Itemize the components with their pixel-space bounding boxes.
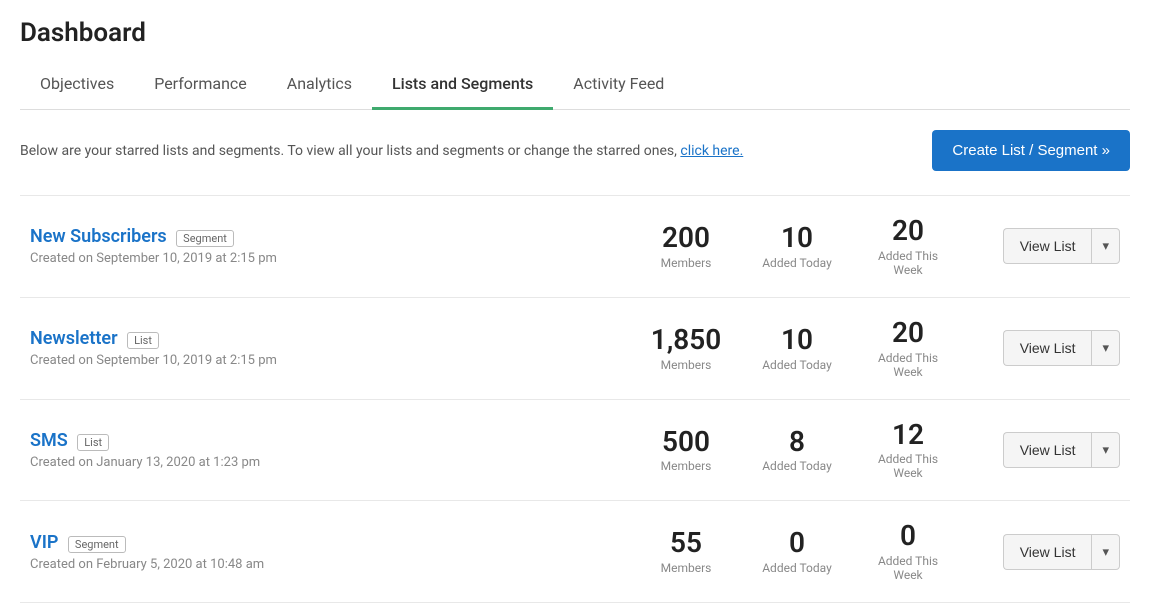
chevron-down-icon: ▾ <box>1102 340 1109 355</box>
added-today-count: 10 <box>752 223 843 254</box>
added-week-stat: 0 Added This Week <box>853 501 964 603</box>
members-stat: 1,850 Members <box>631 297 742 399</box>
view-btn-group: View List ▾ <box>974 534 1121 570</box>
list-type-badge: List <box>127 332 159 349</box>
added-today-stat: 8 Added Today <box>742 399 853 501</box>
added-week-count: 12 <box>863 420 954 451</box>
members-label: Members <box>641 256 732 270</box>
list-name-link[interactable]: New Subscribers <box>30 226 167 247</box>
members-count: 200 <box>641 223 732 254</box>
lists-table: New Subscribers Segment Created on Septe… <box>20 195 1130 603</box>
page-title: Dashboard <box>20 18 1130 48</box>
info-bar: Below are your starred lists and segment… <box>20 130 1130 171</box>
added-week-stat: 20 Added This Week <box>853 297 964 399</box>
tab-performance[interactable]: Performance <box>134 60 267 110</box>
members-stat: 200 Members <box>631 196 742 298</box>
list-name-link[interactable]: VIP <box>30 532 58 553</box>
table-row: New Subscribers Segment Created on Septe… <box>20 196 1130 298</box>
main-content: Below are your starred lists and segment… <box>0 110 1150 603</box>
action-cell: View List ▾ <box>964 501 1131 603</box>
action-cell: View List ▾ <box>964 399 1131 501</box>
tab-activity-feed[interactable]: Activity Feed <box>553 60 684 110</box>
added-week-count: 0 <box>863 521 954 552</box>
added-today-stat: 0 Added Today <box>742 501 853 603</box>
list-created-date: Created on September 10, 2019 at 2:15 pm <box>30 251 621 266</box>
tab-lists-segments[interactable]: Lists and Segments <box>372 60 553 110</box>
chevron-down-icon: ▾ <box>1102 238 1109 253</box>
list-created-date: Created on January 13, 2020 at 1:23 pm <box>30 455 621 470</box>
create-list-segment-button[interactable]: Create List / Segment » <box>932 130 1130 171</box>
added-today-stat: 10 Added Today <box>742 297 853 399</box>
view-list-button[interactable]: View List <box>1003 432 1092 468</box>
chevron-down-icon: ▾ <box>1102 544 1109 559</box>
list-type-badge: List <box>77 434 109 451</box>
list-name-link[interactable]: SMS <box>30 430 68 451</box>
view-list-dropdown-button[interactable]: ▾ <box>1091 534 1120 570</box>
view-list-dropdown-button[interactable]: ▾ <box>1091 432 1120 468</box>
list-created-date: Created on September 10, 2019 at 2:15 pm <box>30 353 621 368</box>
action-cell: View List ▾ <box>964 297 1131 399</box>
table-row: SMS List Created on January 13, 2020 at … <box>20 399 1130 501</box>
list-name-cell: New Subscribers Segment Created on Septe… <box>20 196 631 298</box>
tab-analytics[interactable]: Analytics <box>267 60 372 110</box>
header: Dashboard Objectives Performance Analyti… <box>0 0 1150 110</box>
members-label: Members <box>641 358 732 372</box>
list-name-cell: Newsletter List Created on September 10,… <box>20 297 631 399</box>
list-name-cell: SMS List Created on January 13, 2020 at … <box>20 399 631 501</box>
added-today-label: Added Today <box>752 561 843 575</box>
members-label: Members <box>641 561 732 575</box>
added-week-label: Added This Week <box>863 452 954 480</box>
added-today-label: Added Today <box>752 256 843 270</box>
added-today-label: Added Today <box>752 459 843 473</box>
list-created-date: Created on February 5, 2020 at 10:48 am <box>30 557 621 572</box>
added-week-count: 20 <box>863 318 954 349</box>
view-list-button[interactable]: View List <box>1003 330 1092 366</box>
table-row: Newsletter List Created on September 10,… <box>20 297 1130 399</box>
chevron-down-icon: ▾ <box>1102 442 1109 457</box>
added-week-label: Added This Week <box>863 249 954 277</box>
added-week-count: 20 <box>863 216 954 247</box>
added-today-count: 8 <box>752 427 843 458</box>
members-count: 1,850 <box>641 325 732 356</box>
added-week-label: Added This Week <box>863 351 954 379</box>
view-btn-group: View List ▾ <box>974 228 1121 264</box>
view-list-dropdown-button[interactable]: ▾ <box>1091 330 1120 366</box>
list-type-badge: Segment <box>176 230 234 247</box>
info-text: Below are your starred lists and segment… <box>20 143 743 159</box>
click-here-link[interactable]: click here. <box>680 143 743 159</box>
list-name-link[interactable]: Newsletter <box>30 328 118 349</box>
members-count: 500 <box>641 427 732 458</box>
added-week-label: Added This Week <box>863 554 954 582</box>
list-type-badge: Segment <box>68 536 126 553</box>
action-cell: View List ▾ <box>964 196 1131 298</box>
view-list-dropdown-button[interactable]: ▾ <box>1091 228 1120 264</box>
view-btn-group: View List ▾ <box>974 432 1121 468</box>
tab-objectives[interactable]: Objectives <box>20 60 134 110</box>
added-today-count: 10 <box>752 325 843 356</box>
added-week-stat: 20 Added This Week <box>853 196 964 298</box>
table-row: VIP Segment Created on February 5, 2020 … <box>20 501 1130 603</box>
added-today-count: 0 <box>752 528 843 559</box>
view-btn-group: View List ▾ <box>974 330 1121 366</box>
page-wrapper: Dashboard Objectives Performance Analyti… <box>0 0 1150 603</box>
members-stat: 500 Members <box>631 399 742 501</box>
added-today-stat: 10 Added Today <box>742 196 853 298</box>
list-name-cell: VIP Segment Created on February 5, 2020 … <box>20 501 631 603</box>
tab-nav: Objectives Performance Analytics Lists a… <box>20 60 1130 110</box>
added-today-label: Added Today <box>752 358 843 372</box>
added-week-stat: 12 Added This Week <box>853 399 964 501</box>
view-list-button[interactable]: View List <box>1003 228 1092 264</box>
members-label: Members <box>641 459 732 473</box>
members-stat: 55 Members <box>631 501 742 603</box>
view-list-button[interactable]: View List <box>1003 534 1092 570</box>
members-count: 55 <box>641 528 732 559</box>
